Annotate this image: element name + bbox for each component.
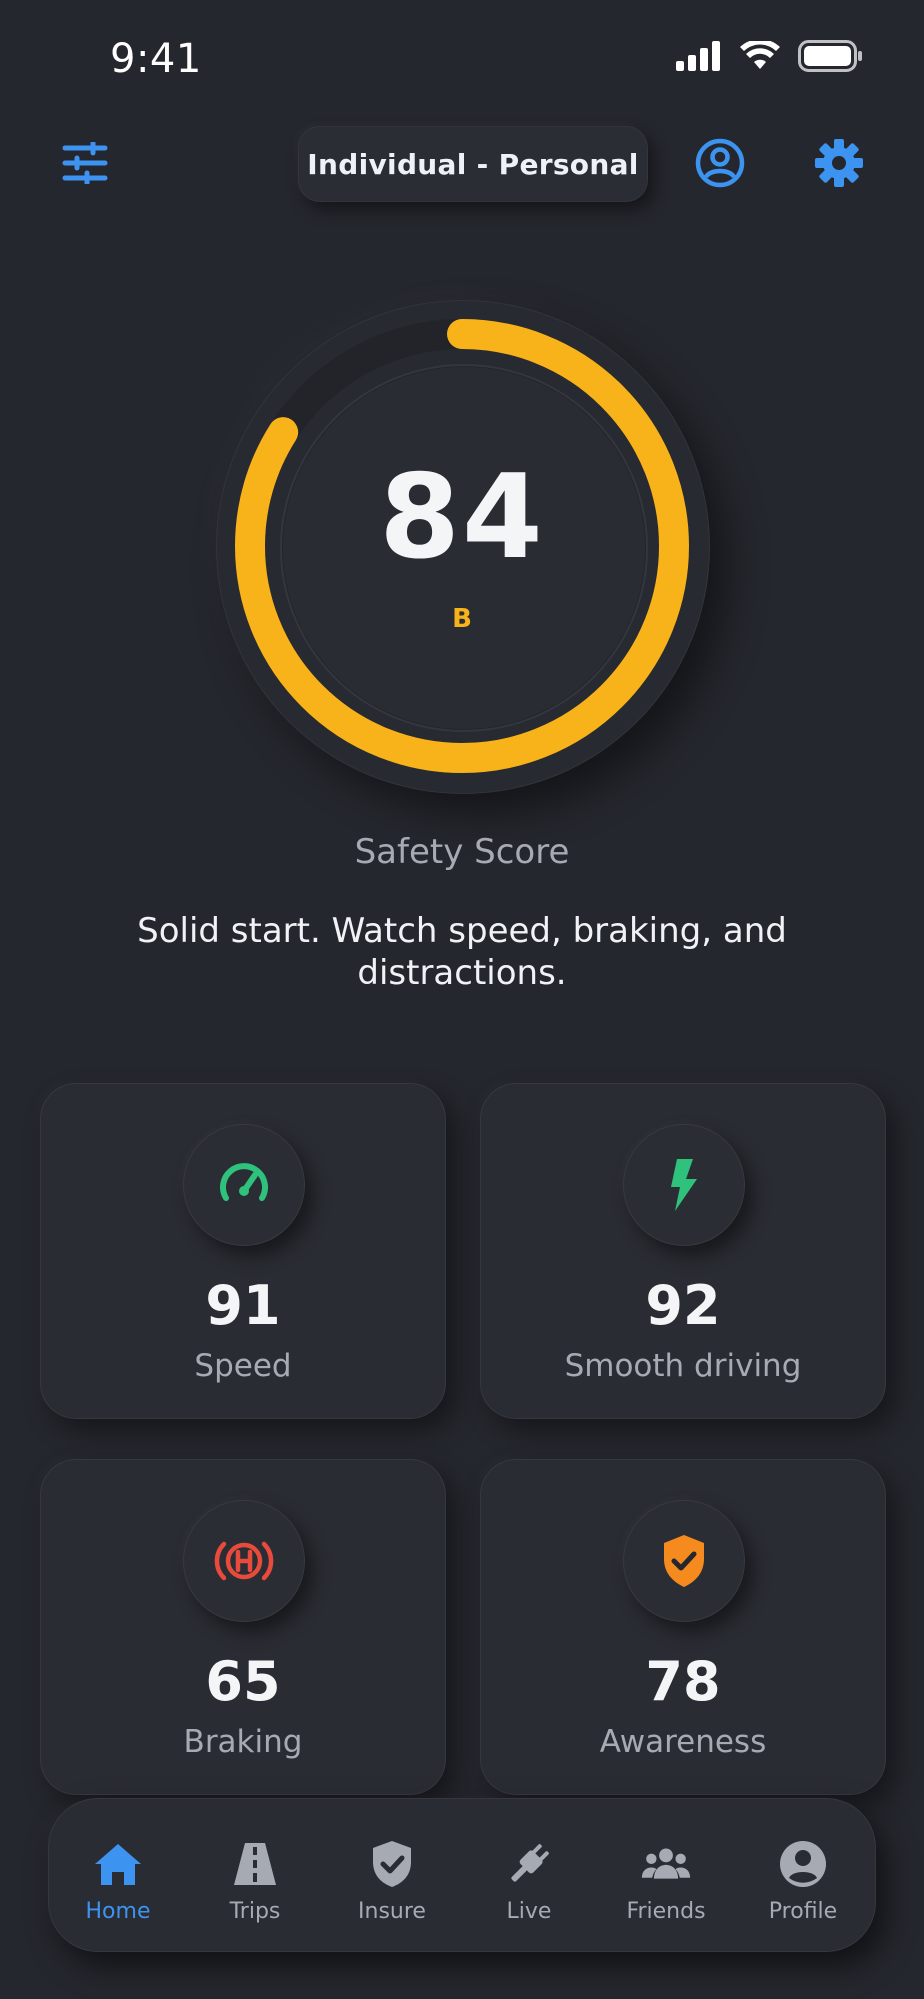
- tab-trips[interactable]: Trips: [195, 1799, 315, 1951]
- filter-button[interactable]: [58, 138, 112, 188]
- tab-label: Home: [85, 1899, 151, 1924]
- tab-insure[interactable]: Insure: [332, 1799, 452, 1951]
- metric-card-speed[interactable]: 91 Speed: [40, 1083, 446, 1419]
- metric-card-smooth-driving[interactable]: 92 Smooth driving: [480, 1083, 886, 1419]
- safety-score-label: Safety Score: [354, 832, 570, 872]
- friends-icon: [641, 1848, 691, 1879]
- user-circle-icon: [695, 138, 745, 188]
- tab-profile[interactable]: Profile: [743, 1799, 863, 1951]
- safety-score-message: Solid start. Watch speed, braking, and d…: [137, 911, 787, 993]
- metric-label: Speed: [194, 1348, 292, 1384]
- metric-value: 92: [645, 1274, 721, 1337]
- tab-label: Trips: [229, 1899, 281, 1924]
- profile-icon: [780, 1841, 826, 1887]
- safety-score-value: 84: [379, 450, 545, 585]
- tab-friends[interactable]: Friends: [606, 1799, 726, 1951]
- tab-live[interactable]: Live: [469, 1799, 589, 1951]
- metric-value: 78: [645, 1650, 721, 1713]
- tab-label: Friends: [626, 1899, 706, 1924]
- metric-card-awareness[interactable]: 78 Awareness: [480, 1459, 886, 1795]
- metric-badge: [623, 1124, 745, 1246]
- metric-label: Braking: [183, 1724, 303, 1760]
- tab-label: Live: [506, 1899, 552, 1924]
- lightning-icon: [671, 1159, 697, 1211]
- battery-icon: [798, 40, 862, 72]
- home-icon: [95, 1844, 141, 1885]
- tab-label: Profile: [768, 1899, 838, 1924]
- status-icons: [676, 40, 864, 72]
- metric-label: Awareness: [599, 1724, 767, 1760]
- metric-label: Smooth driving: [564, 1348, 802, 1384]
- metric-badge: [623, 1500, 745, 1622]
- plug-icon: [511, 1844, 549, 1882]
- shield-check-icon: [664, 1535, 704, 1587]
- safety-score-grade: B: [452, 604, 472, 634]
- metric-badge: [183, 1124, 305, 1246]
- bottom-tab-bar: Home Trips Insure Live Friends Profile: [48, 1798, 876, 1952]
- speedometer-icon: [220, 1163, 268, 1201]
- metric-badge: [183, 1500, 305, 1622]
- wifi-icon: [740, 41, 780, 69]
- account-selector[interactable]: Individual - Personal: [298, 126, 648, 202]
- status-time: 9:41: [110, 36, 202, 82]
- metric-card-braking[interactable]: 65 Braking: [40, 1459, 446, 1795]
- signal-icon: [676, 41, 720, 71]
- road-icon: [234, 1843, 276, 1885]
- tab-home[interactable]: Home: [58, 1799, 178, 1951]
- settings-button[interactable]: [812, 136, 866, 190]
- tab-label: Insure: [358, 1899, 426, 1924]
- brake-warning-icon: [214, 1541, 274, 1581]
- metric-value: 91: [205, 1274, 281, 1337]
- sliders-icon: [62, 142, 108, 184]
- shield-icon: [373, 1841, 411, 1887]
- gear-icon: [815, 139, 863, 187]
- profile-button[interactable]: [693, 136, 747, 190]
- metric-value: 65: [205, 1650, 281, 1713]
